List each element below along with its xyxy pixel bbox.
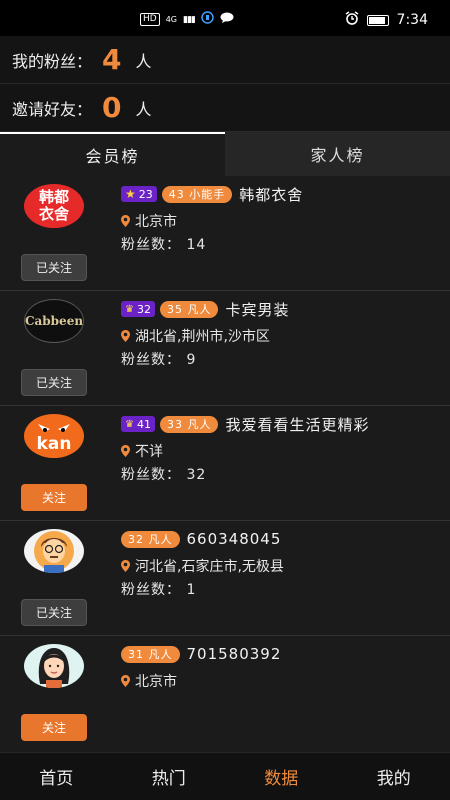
fans-unit: 人 [135,51,152,71]
member-name: 卡宾男装 [225,300,290,319]
rank-badge: 33 凡人 [159,415,219,433]
rank-badge: 43 小能手 [161,185,233,203]
message-icon [220,12,234,28]
cabbeen-logo-text: Cabbeen [24,314,84,328]
fans-count-text: 粉丝数： 32 [121,467,207,483]
list-item[interactable]: kan 关注 ♛ 41 33 凡人 我爱看看生活更精彩 不详 粉丝数： 32 [0,406,450,521]
list-item[interactable]: 韩都 衣舍 已关注 ★ 23 43 小能手 韩都衣舍 北京市 粉丝数： 14 [0,176,450,291]
nav-mine[interactable]: 我的 [338,753,450,800]
handu-logo-text: 韩都 [38,188,69,206]
crown-icon: ♛ [125,303,134,315]
fans-count-text: 粉丝数： 1 [121,582,197,598]
level-badge: ♛ 41 [121,416,155,432]
level-badge: ♛ 32 [121,301,155,317]
avatar[interactable]: kan [24,414,84,458]
bottom-nav: 首页 热门 数据 我的 [0,752,450,800]
avatar[interactable]: 韩都 衣舍 [24,184,84,228]
nav-home[interactable]: 首页 [0,753,113,800]
fans-label: 我的粉丝： [12,51,93,71]
clock-time: 7:34 [396,12,428,28]
follow-button[interactable]: 关注 [21,714,87,741]
network-type: 4G [165,14,177,24]
rank-badge: 32 凡人 [121,530,180,548]
invite-count: 0 [102,91,122,124]
member-name: 韩都衣舍 [239,185,304,204]
member-location: 北京市 [135,674,177,690]
list-item[interactable]: 关注 31 凡人 701580392 北京市 [0,636,450,751]
member-name: 701580392 [186,645,282,663]
fans-stat-row: 我的粉丝： 4 人 [0,36,450,84]
location-pin-icon [121,675,130,687]
man-avatar-icon [34,531,74,573]
member-location: 北京市 [135,214,177,230]
battery-icon [366,14,389,26]
list-item[interactable]: Cabbeen 已关注 ♛ 32 35 凡人 卡宾男装 湖北省,荆州市,沙市区 … [0,291,450,406]
rank-badge: 31 凡人 [121,645,180,663]
list-item[interactable]: 已关注 32 凡人 660348045 河北省,石家庄市,无极县 粉丝数： 1 [0,521,450,636]
crown-icon: ♛ [125,418,134,430]
ranking-tabs: 会员榜 家人榜 [0,132,450,176]
location-pin-icon [121,445,130,457]
avatar[interactable] [24,644,84,688]
member-name: 660348045 [186,530,282,548]
level-value: 41 [136,417,151,431]
avatar[interactable]: Cabbeen [24,299,84,343]
alarm-icon [345,11,359,29]
location-pin-icon [121,215,130,227]
hd-icon: HD [140,13,160,26]
member-location: 湖北省,荆州市,沙市区 [135,329,270,345]
location-pin-icon [121,560,130,572]
tab-member-ranking[interactable]: 会员榜 [0,132,225,176]
followed-button[interactable]: 已关注 [21,599,87,626]
fans-count: 4 [102,43,122,76]
member-location: 不详 [135,444,163,460]
followed-button[interactable]: 已关注 [21,369,87,396]
handu-logo-text-2: 衣舍 [38,205,69,223]
status-bar: HD 4G ▮▮▮ 7:34 [0,0,450,36]
followed-button[interactable]: 已关注 [21,254,87,281]
fans-count-text: 粉丝数： 14 [121,237,207,253]
avatar[interactable] [24,529,84,573]
level-value: 23 [138,187,153,201]
fans-count-text: 粉丝数： 9 [121,352,197,368]
kan-logo-text: kan [36,434,72,454]
nav-data[interactable]: 数据 [225,753,338,800]
star-icon: ★ [125,187,136,201]
invite-stat-row: 邀请好友： 0 人 [0,84,450,132]
woman-avatar-icon [38,648,70,688]
member-name: 我爱看看生活更精彩 [225,415,370,434]
member-location: 河北省,石家庄市,无极县 [135,559,284,575]
nav-hot[interactable]: 热门 [113,753,226,800]
rank-badge: 35 凡人 [159,300,219,318]
level-badge: ★ 23 [121,186,157,202]
location-pin-icon [121,330,130,342]
follow-button[interactable]: 关注 [21,484,87,511]
level-value: 32 [136,302,151,316]
invite-label: 邀请好友： [12,99,93,119]
signal-icon: ▮▮▮ [183,14,196,25]
invite-unit: 人 [135,99,152,119]
wifi-icon [201,11,214,28]
tab-family-ranking[interactable]: 家人榜 [225,132,450,176]
